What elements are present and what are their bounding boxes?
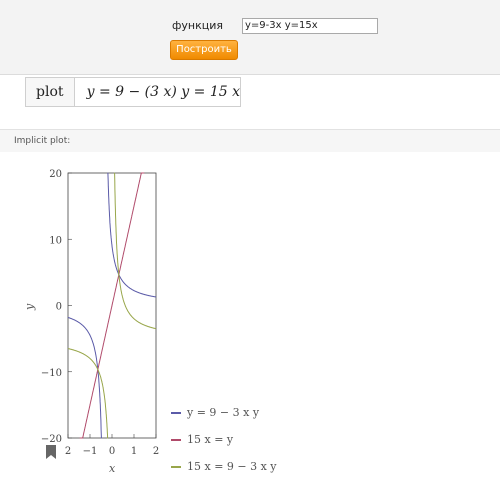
input-interpretation: plot y = 9 − (3 x) y = 15 x — [25, 77, 241, 107]
y-tick-label: 0 — [56, 302, 62, 313]
legend-swatch-2 — [171, 438, 181, 441]
section-title: Implicit plot: — [14, 136, 71, 146]
y-axis-label: y — [23, 303, 36, 311]
y-tick-label: −10 — [41, 368, 62, 379]
plot-svg: −20−10010202 −1 0 1 2 x y — [23, 169, 159, 475]
legend-swatch-3 — [171, 465, 181, 468]
input-expression: y = 9 − (3 x) y = 15 x — [86, 84, 240, 100]
legend-item-3: 15 x = 9 − 3 x y — [171, 460, 277, 473]
y-tick-label: −20 — [41, 434, 62, 445]
function-input[interactable]: y=9-3x y=15x — [242, 18, 378, 34]
legend-label-2: 15 x = y — [187, 433, 234, 446]
legend-label-1: y = 9 − 3 x y — [187, 406, 260, 419]
x-tick-label: 2 — [153, 446, 159, 457]
top-form-panel: функция y=9-3x y=15x Построить — [0, 0, 500, 75]
legend-label-3: 15 x = 9 − 3 x y — [187, 460, 277, 473]
implicit-plot: −20 −10 0 10 20 2 −1 0 1 2 x y — [0, 152, 500, 499]
x-tick-label: −1 — [83, 446, 98, 457]
legend-item-2: 15 x = y — [171, 433, 233, 446]
x-tick-label: 0 — [109, 446, 115, 457]
x-axis-label: x — [109, 462, 116, 475]
function-label: функция — [172, 19, 224, 32]
legend-item-1: y = 9 − 3 x y — [171, 406, 259, 419]
legend-swatch-1 — [171, 411, 181, 414]
build-button[interactable]: Построить — [170, 40, 238, 60]
result-section-header: Implicit plot: — [0, 129, 500, 152]
y-tick-label: 20 — [49, 169, 62, 180]
bookmark-icon[interactable] — [45, 445, 57, 459]
x-tick-label: 1 — [131, 446, 137, 457]
input-head: plot — [26, 78, 75, 106]
y-tick-label: 10 — [49, 235, 62, 246]
x-tick-label: 2 — [65, 446, 71, 457]
